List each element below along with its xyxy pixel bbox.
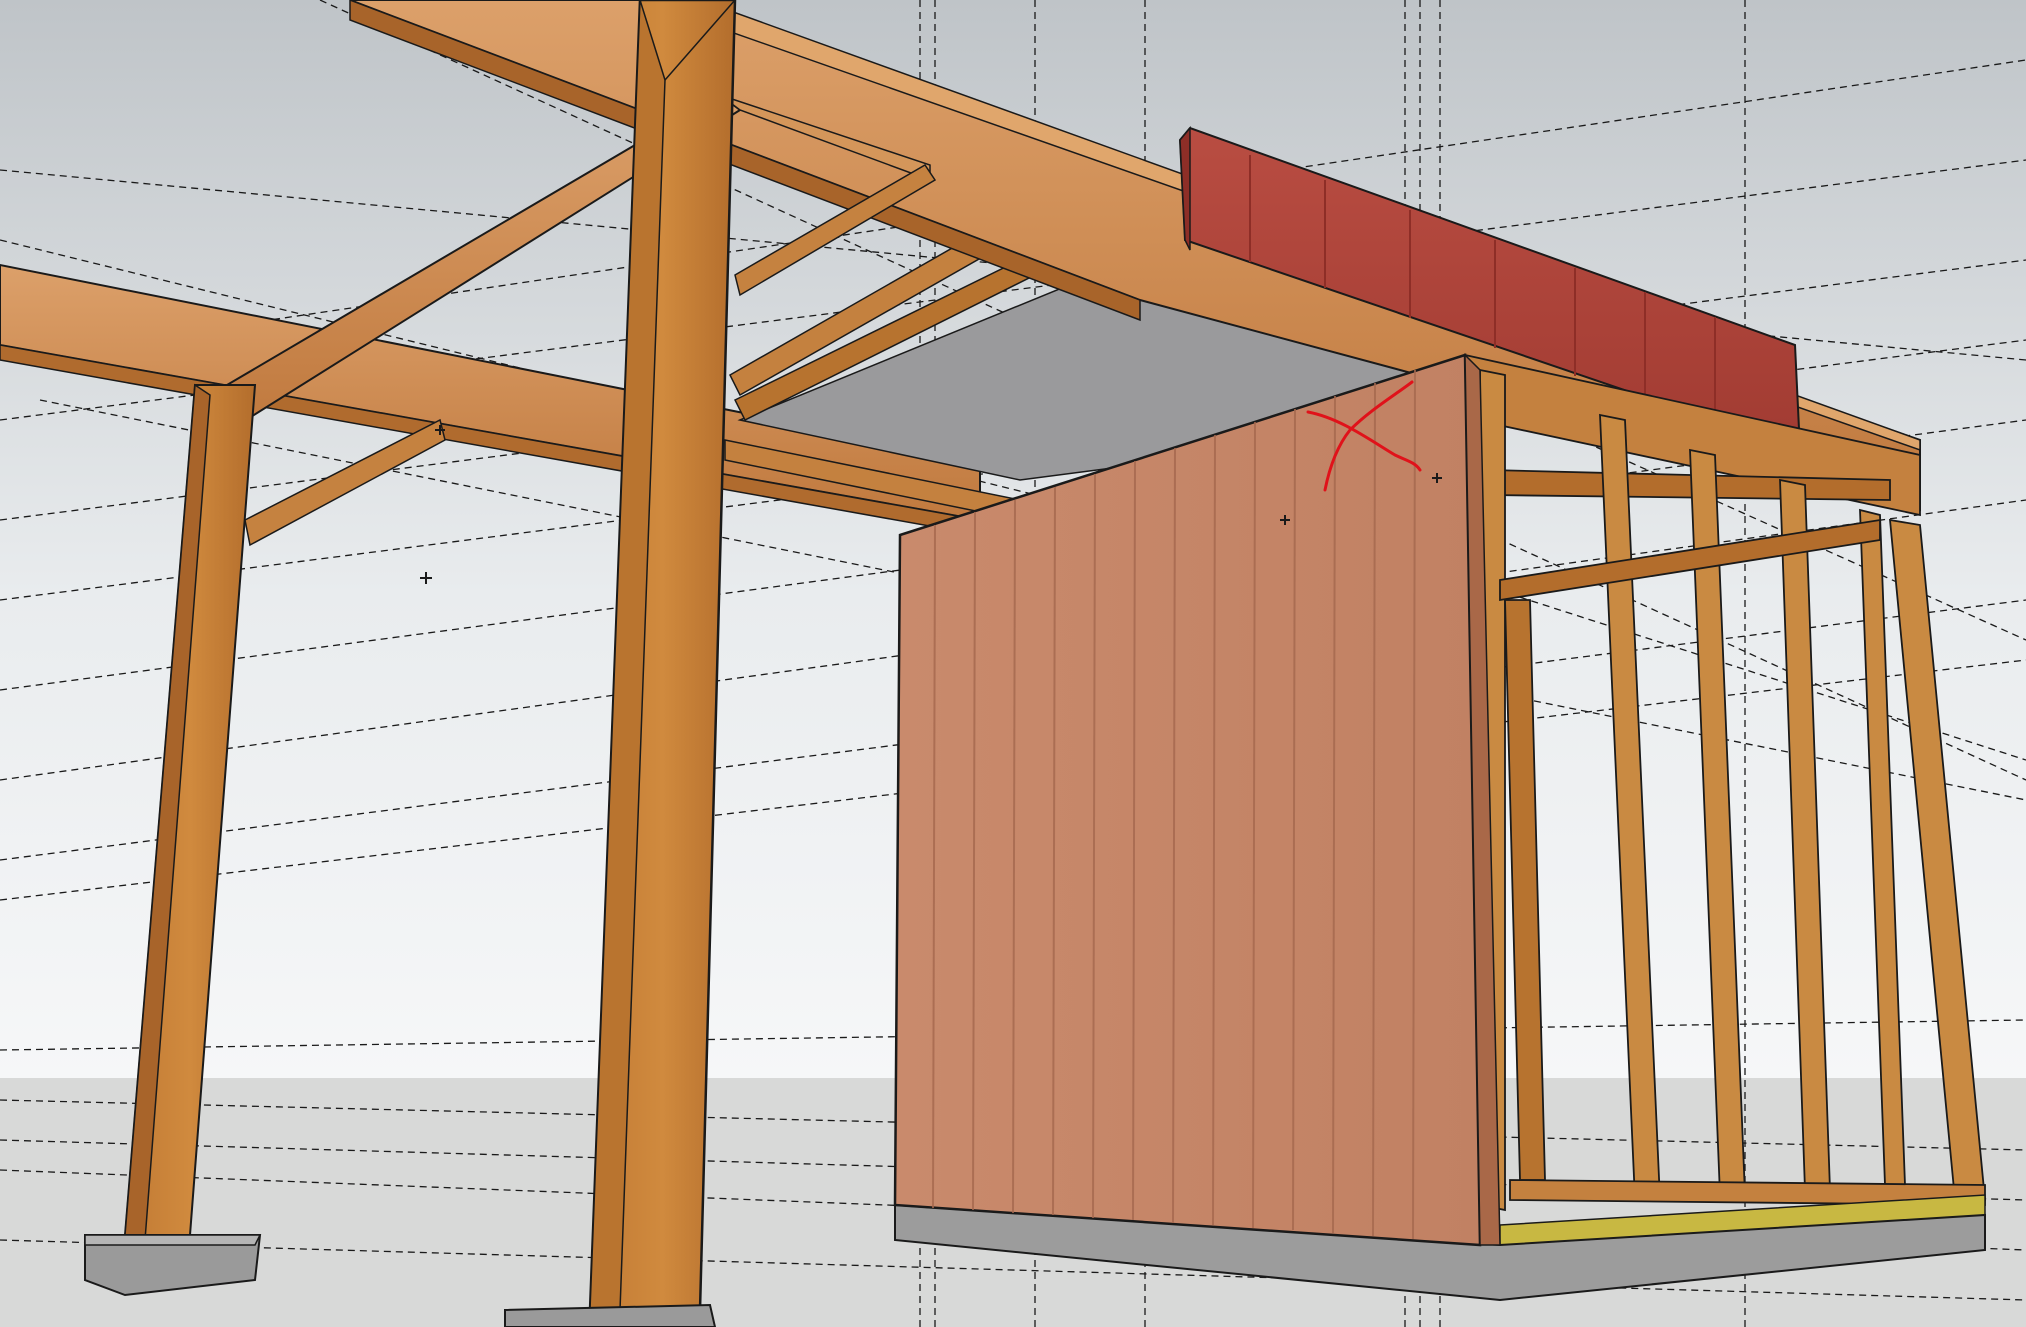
modeling-viewport[interactable] bbox=[0, 0, 2026, 1327]
